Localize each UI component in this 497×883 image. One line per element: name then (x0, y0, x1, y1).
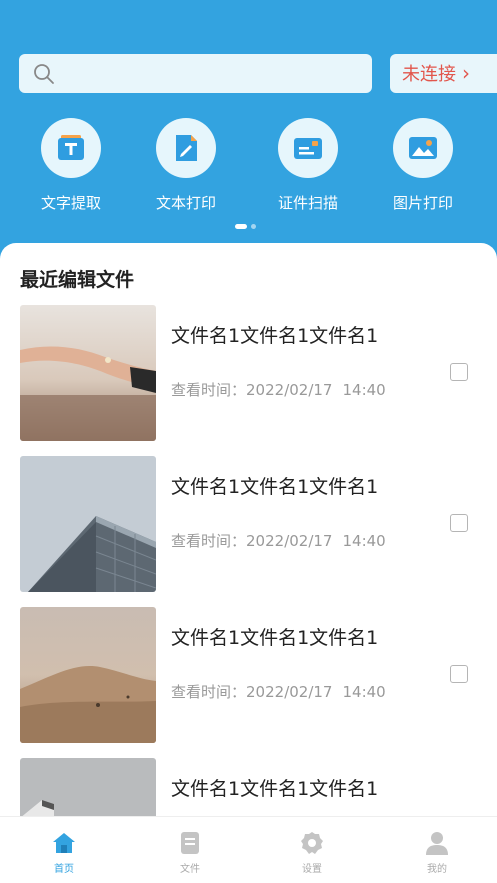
list-item[interactable]: 文件名1文件名1文件名1 查看时间：2022/02/17 14:40 (0, 607, 497, 744)
tab-files[interactable]: 文件 (128, 817, 252, 883)
select-checkbox[interactable] (450, 665, 468, 683)
feature-label: 图片打印 (392, 194, 453, 212)
recent-files-panel: 最近编辑文件 文件名1文件名1文件名1 查看时间：2022/02/17 14:40 (0, 243, 497, 883)
header: 未连接 › 文字提取 文本打印 证件扫描 图片打印 (0, 0, 497, 260)
tab-label: 首页 (54, 864, 74, 875)
file-thumbnail (20, 305, 156, 441)
id-scan-icon (294, 138, 322, 159)
feature-image-print[interactable]: 图片打印 (368, 118, 478, 213)
tab-label: 我的 (427, 864, 447, 875)
list-item[interactable]: 文件名1文件名1文件名1 查看时间：2022/02/17 14:40 (0, 305, 497, 442)
tab-settings[interactable]: 设置 (250, 817, 374, 883)
settings-icon (301, 832, 323, 854)
tab-label: 设置 (302, 864, 322, 875)
search-bar[interactable] (19, 54, 372, 93)
file-name: 文件名1文件名1文件名1 (171, 627, 379, 649)
feature-text-extract[interactable]: 文字提取 (16, 118, 126, 213)
tab-label: 文件 (180, 864, 200, 875)
section-title: 最近编辑文件 (20, 269, 135, 291)
file-name: 文件名1文件名1文件名1 (171, 325, 379, 347)
view-time: 查看时间：2022/02/17 14:40 (171, 381, 386, 399)
file-thumbnail (20, 456, 156, 592)
feature-label: 文本打印 (155, 194, 216, 212)
file-name: 文件名1文件名1文件名1 (171, 476, 379, 498)
feature-text-print[interactable]: 文本打印 (131, 118, 241, 213)
home-icon (53, 833, 75, 853)
tab-home[interactable]: 首页 (2, 817, 126, 883)
bottom-tab-bar: 首页 文件 设置 我的 (0, 816, 497, 883)
search-icon (34, 64, 54, 84)
connection-status-label: 未连接 (402, 64, 456, 85)
profile-icon (426, 832, 448, 855)
view-time: 查看时间：2022/02/17 14:40 (171, 683, 386, 701)
page-dot-active (235, 224, 247, 229)
text-print-icon (176, 135, 197, 161)
connection-status-button[interactable]: 未连接 › (390, 54, 497, 93)
text-extract-icon (58, 135, 84, 160)
file-thumbnail (20, 607, 156, 743)
feature-grid: 文字提取 文本打印 证件扫描 图片打印 (0, 118, 497, 218)
image-print-icon (409, 137, 437, 159)
page-indicator (235, 224, 265, 230)
view-time: 查看时间：2022/02/17 14:40 (171, 532, 386, 550)
select-checkbox[interactable] (450, 363, 468, 381)
file-name: 文件名1文件名1文件名1 (171, 778, 379, 800)
chevron-right-icon: › (462, 61, 470, 85)
file-icon (181, 832, 199, 854)
list-item[interactable]: 文件名1文件名1文件名1 查看时间：2022/02/17 14:40 (0, 456, 497, 593)
feature-label: 证件扫描 (277, 194, 338, 212)
feature-id-scan[interactable]: 证件扫描 (253, 118, 363, 213)
feature-label: 文字提取 (40, 194, 101, 212)
page-dot (251, 224, 256, 229)
tab-profile[interactable]: 我的 (375, 817, 497, 883)
select-checkbox[interactable] (450, 514, 468, 532)
